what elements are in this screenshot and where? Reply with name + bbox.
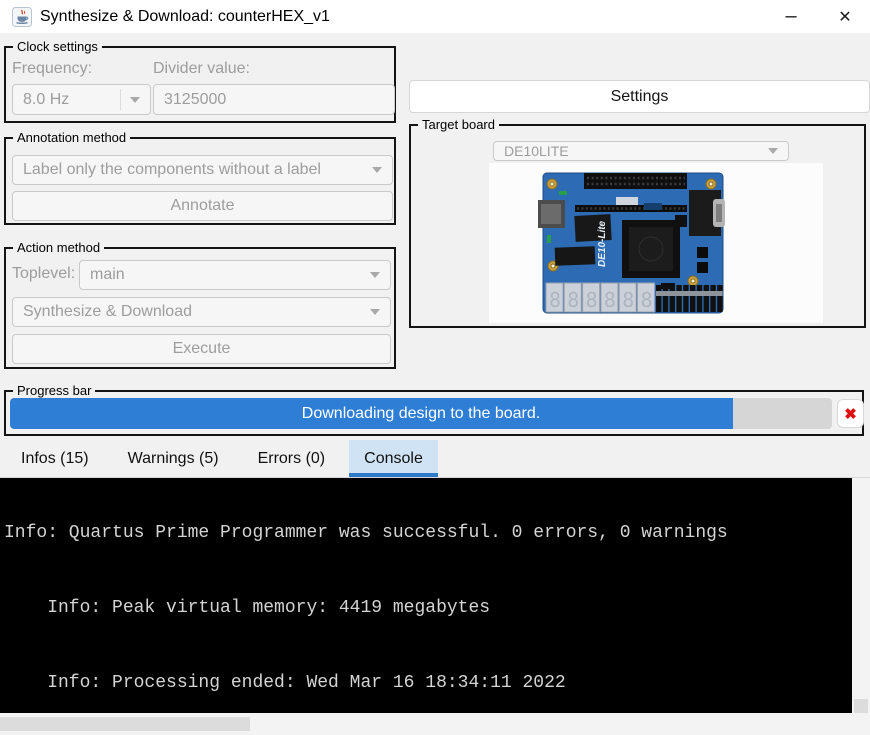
minimize-button[interactable]: –	[772, 0, 810, 33]
chevron-down-icon	[130, 96, 140, 103]
progress-bar-title: Progress bar	[13, 383, 96, 398]
progress-bar-group: Progress bar Downloading design to the b…	[4, 383, 864, 436]
chevron-down-icon	[768, 148, 778, 154]
vertical-scrollbar-thumb[interactable]	[854, 699, 868, 713]
chevron-down-icon	[370, 309, 380, 315]
tab-infos[interactable]: Infos (15)	[6, 440, 104, 477]
cancel-button[interactable]: ✖	[837, 399, 864, 428]
toplevel-label: Toplevel:	[12, 265, 76, 282]
action-method-group: Action method Toplevel: main Synthesize …	[4, 240, 396, 369]
tab-console[interactable]: Console	[349, 440, 438, 477]
svg-text:8: 8	[567, 288, 579, 312]
frequency-select[interactable]: 8.0 Hz	[12, 84, 151, 115]
frequency-label: Frequency:	[12, 60, 93, 77]
horizontal-scrollbar-thumb[interactable]	[0, 717, 250, 731]
cancel-x-icon: ✖	[844, 405, 857, 423]
svg-text:8: 8	[641, 288, 653, 312]
title-bar: Synthesize & Download: counterHEX_v1 – ✕	[0, 0, 870, 33]
toplevel-select[interactable]: main	[79, 260, 391, 290]
annotation-method-title: Annotation method	[13, 130, 131, 145]
close-button[interactable]: ✕	[826, 0, 864, 33]
board-select[interactable]: DE10LITE	[493, 141, 789, 161]
divider-label: Divider value:	[153, 60, 250, 77]
chevron-down-icon	[372, 167, 382, 173]
target-board-title: Target board	[418, 117, 499, 132]
annotation-method-group: Annotation method Label only the compone…	[4, 130, 396, 225]
console-vertical-scrollbar[interactable]	[852, 478, 870, 713]
clock-settings-title: Clock settings	[13, 39, 102, 54]
action-select[interactable]: Synthesize & Download	[12, 297, 391, 327]
console-output: Info: Quartus Prime Programmer was succe…	[0, 478, 852, 713]
target-board-group: Target board DE10LITE DE10-Lite 8 8 8 8 …	[409, 117, 866, 328]
svg-text:8: 8	[586, 288, 598, 312]
window-title: Synthesize & Download: counterHEX_v1	[40, 7, 330, 25]
console-line: Info: Peak virtual memory: 4419 megabyte…	[4, 598, 491, 618]
tab-warnings[interactable]: Warnings (5)	[113, 440, 234, 477]
annotate-button[interactable]: Annotate	[12, 191, 393, 221]
progress-bar: Downloading design to the board.	[10, 398, 832, 429]
annotation-method-select[interactable]: Label only the components without a labe…	[12, 155, 393, 185]
console-line: Info: Processing ended: Wed Mar 16 18:34…	[4, 673, 566, 693]
settings-button[interactable]: Settings	[409, 80, 870, 113]
tab-errors[interactable]: Errors (0)	[243, 440, 341, 477]
board-image: DE10-Lite 888 888	[489, 163, 823, 323]
log-tabbar: Infos (15) Warnings (5) Errors (0) Conso…	[0, 440, 870, 478]
execute-button[interactable]: Execute	[12, 334, 391, 364]
progress-status-text: Downloading design to the board.	[301, 404, 541, 422]
java-icon	[12, 7, 32, 27]
console-horizontal-scrollbar[interactable]	[0, 713, 870, 735]
console-line: Info: Quartus Prime Programmer was succe…	[4, 523, 728, 543]
svg-text:8: 8	[622, 288, 634, 312]
board-silkscreen-text: DE10-Lite	[597, 220, 608, 267]
chevron-down-icon	[370, 272, 380, 278]
divider-value-input[interactable]: 3125000	[153, 84, 395, 115]
svg-text:8: 8	[604, 288, 616, 312]
app-window: Synthesize & Download: counterHEX_v1 – ✕…	[0, 0, 870, 735]
clock-settings-group: Clock settings Frequency: Divider value:…	[4, 39, 396, 123]
svg-text:8: 8	[549, 288, 561, 312]
action-method-title: Action method	[13, 240, 105, 255]
